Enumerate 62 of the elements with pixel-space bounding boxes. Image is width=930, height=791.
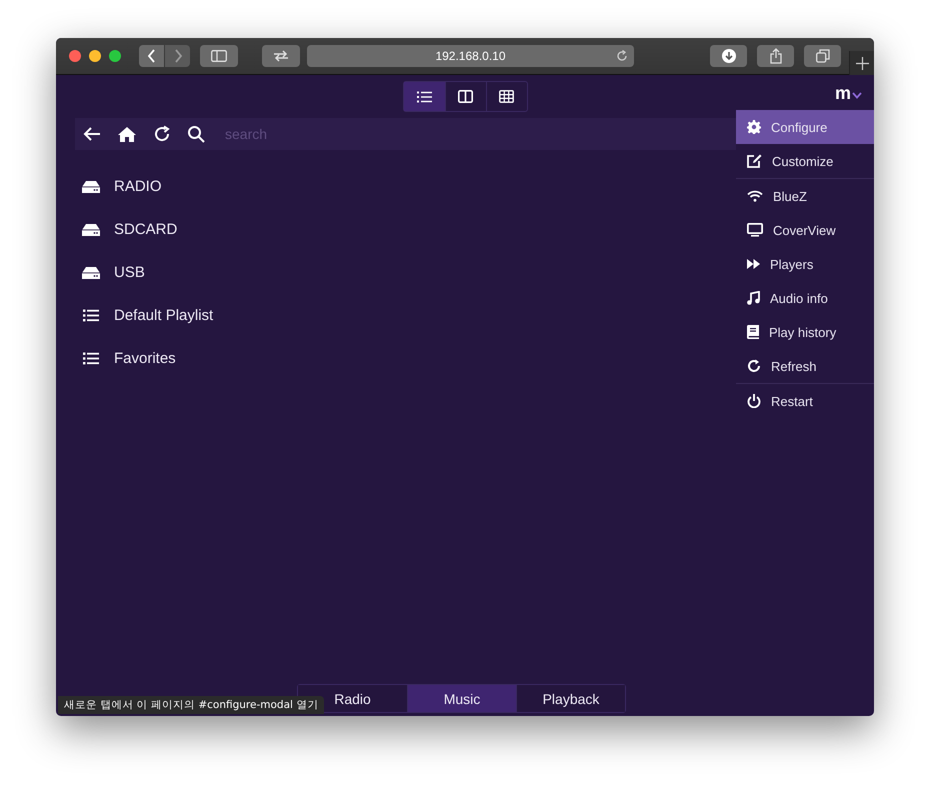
menu-item[interactable]: Customize <box>736 144 874 178</box>
tabs-icon <box>816 49 830 63</box>
download-icon <box>722 49 736 63</box>
monitor-icon <box>747 223 763 237</box>
search-icon[interactable] <box>187 125 205 143</box>
gear-icon <box>747 120 761 134</box>
download-button[interactable] <box>710 45 747 67</box>
reload-icon[interactable] <box>616 50 628 62</box>
list-view-button[interactable] <box>404 82 444 111</box>
wifi-icon <box>747 190 763 202</box>
menu-item[interactable]: Restart <box>736 383 874 418</box>
back-arrow-icon[interactable] <box>83 126 101 142</box>
list-icon <box>416 90 432 102</box>
menu-item[interactable]: Players <box>736 247 874 281</box>
new-tab-button[interactable] <box>849 51 874 75</box>
menu-item[interactable]: Configure <box>736 110 874 144</box>
browse-item[interactable]: USB <box>114 264 145 281</box>
share-icon <box>770 48 782 64</box>
swap-button[interactable] <box>262 45 300 67</box>
swap-arrows-icon <box>273 50 289 62</box>
chevron-right-icon <box>172 49 182 63</box>
sidebar-icon <box>211 50 227 62</box>
home-icon[interactable] <box>117 126 137 142</box>
browse-item[interactable]: Default Playlist <box>114 307 214 324</box>
menu-item[interactable]: CoverView <box>736 213 874 247</box>
list-icon <box>82 309 100 322</box>
zoom-window-icon[interactable] <box>109 50 121 62</box>
drive-icon <box>82 180 100 192</box>
refresh-icon <box>747 359 761 373</box>
bottom-tab[interactable]: Playback <box>516 685 625 712</box>
status-link-tooltip: 새로운 탭에서 이 페이지의 #configure-modal 열기 <box>58 696 324 714</box>
forward-button[interactable] <box>165 45 190 67</box>
fast-forward-icon <box>747 259 760 269</box>
menu-item[interactable]: Audio info <box>736 281 874 315</box>
browse-item[interactable]: Favorites <box>114 350 176 367</box>
plus-icon <box>856 56 868 70</box>
book-icon <box>747 325 759 339</box>
list-icon <box>82 352 100 365</box>
sidebar-button[interactable] <box>200 45 238 67</box>
caret-icon <box>852 92 862 98</box>
main-menu-button[interactable]: m <box>834 83 862 104</box>
grid-icon <box>499 90 514 103</box>
edit-icon <box>747 154 762 168</box>
columns-icon <box>458 90 473 103</box>
menu-item[interactable]: Refresh <box>736 349 874 383</box>
menu-item[interactable]: Play history <box>736 315 874 349</box>
drive-icon <box>82 224 100 236</box>
chevron-left-icon <box>146 49 156 63</box>
refresh-icon[interactable] <box>153 125 171 143</box>
share-button[interactable] <box>757 45 794 67</box>
back-button[interactable] <box>139 45 164 67</box>
power-icon <box>747 394 761 408</box>
browse-item[interactable]: SDCARD <box>114 221 178 238</box>
address-bar[interactable]: 192.168.0.10 <box>307 45 634 67</box>
close-window-icon[interactable] <box>69 50 81 62</box>
browse-item[interactable]: RADIO <box>114 178 162 195</box>
bottom-tab[interactable]: Music <box>407 685 516 712</box>
drive-icon <box>82 266 100 278</box>
minimize-window-icon[interactable] <box>89 50 101 62</box>
tabs-button[interactable] <box>804 45 841 67</box>
menu-item[interactable]: BlueZ <box>736 178 874 213</box>
music-note-icon <box>747 291 760 305</box>
